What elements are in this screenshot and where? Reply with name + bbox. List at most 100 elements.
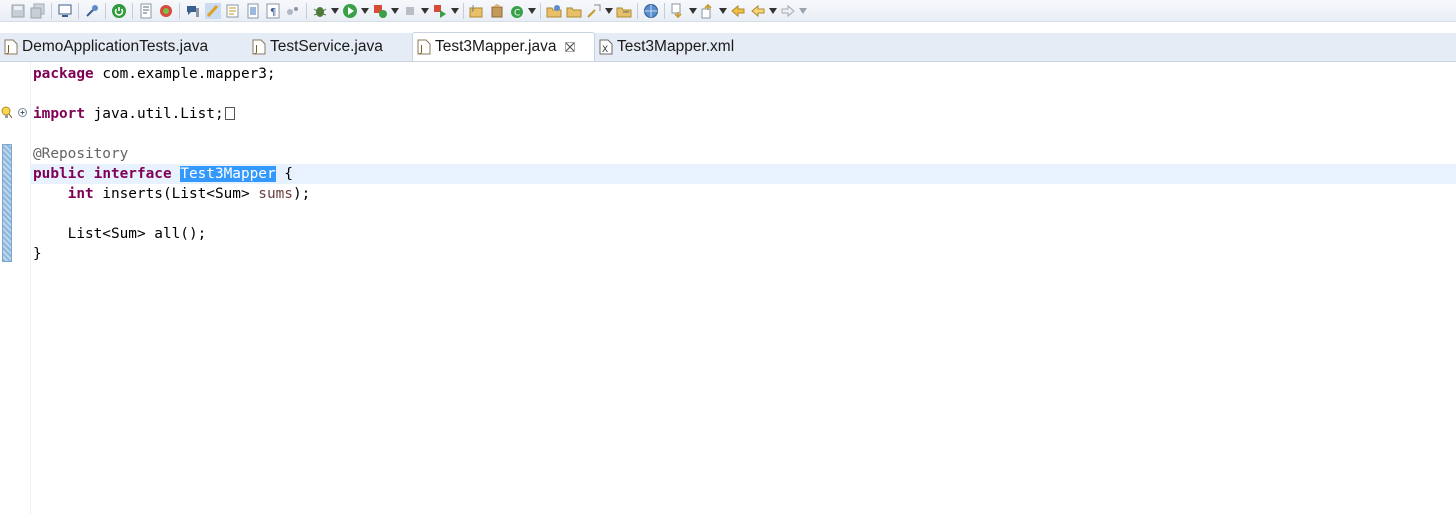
chevron-down-icon[interactable]	[527, 1, 537, 21]
toolbar-separator	[540, 2, 541, 19]
overview-ruler	[0, 62, 14, 514]
code-editor[interactable]: package com.example.mapper3; import java…	[0, 62, 1456, 514]
code-text-run: {	[275, 166, 293, 182]
tab-test3mapper-xml[interactable]: X Test3Mapper.xml	[595, 33, 755, 61]
toggle-mark-icon[interactable]	[223, 1, 243, 21]
code-line: @Repository	[33, 144, 1456, 164]
chevron-down-icon[interactable]	[798, 1, 808, 21]
chevron-down-icon[interactable]	[688, 1, 698, 21]
spring-boot-icon[interactable]	[109, 1, 129, 21]
chevron-down-icon[interactable]	[420, 1, 430, 21]
toolbar-separator	[637, 2, 638, 19]
toolbar-separator	[105, 2, 106, 19]
tab-test3mapper-java[interactable]: J Test3Mapper.java	[412, 32, 595, 61]
java-file-icon: J	[417, 39, 431, 55]
new-class-icon[interactable]: C	[507, 1, 527, 21]
toolbar-separator	[306, 2, 307, 19]
previous-annotation-icon[interactable]	[698, 1, 718, 21]
code-line-current: public interface Test3Mapper {	[30, 164, 1456, 184]
open-perspective-icon[interactable]	[614, 1, 634, 21]
code-text[interactable]: package com.example.mapper3; import java…	[30, 64, 1456, 264]
code-line: import java.util.List;	[33, 104, 1456, 124]
keyword: import	[33, 106, 85, 122]
toolbar-separator	[132, 2, 133, 19]
console-icon[interactable]	[55, 1, 75, 21]
chevron-down-icon[interactable]	[450, 1, 460, 21]
parameter-name: sums	[258, 186, 293, 202]
highlight-icon[interactable]	[203, 1, 223, 21]
chevron-down-icon[interactable]	[718, 1, 728, 21]
java-file-icon: J	[252, 39, 266, 55]
code-text-run: List<Sum> all();	[33, 226, 207, 242]
tab-label: Test3Mapper.xml	[617, 38, 735, 55]
last-edit-icon[interactable]	[728, 1, 748, 21]
open-type-icon[interactable]	[544, 1, 564, 21]
tab-demoapplicationtests-java[interactable]: J DemoApplicationTests.java	[0, 33, 238, 61]
svg-text:J: J	[6, 44, 10, 55]
quick-fix-icon[interactable]	[1, 106, 13, 120]
editor-tab-bar: J DemoApplicationTests.java J TestServic…	[0, 32, 1456, 62]
show-whitespace-icon[interactable]: ¶	[263, 1, 283, 21]
open-task-icon[interactable]	[564, 1, 584, 21]
code-line: }	[33, 244, 1456, 264]
outline-icon[interactable]	[136, 1, 156, 21]
tab-label: DemoApplicationTests.java	[22, 38, 209, 55]
new-java-project-icon[interactable]: J	[467, 1, 487, 21]
debug-stop-icon[interactable]	[156, 1, 176, 21]
keyword: package	[33, 66, 94, 82]
tab-testservice-java[interactable]: J TestService.java	[248, 33, 412, 61]
code-text-run: );	[292, 186, 311, 202]
forward-icon[interactable]	[778, 1, 798, 21]
globe-icon[interactable]	[641, 1, 661, 21]
folded-marker[interactable]	[224, 107, 235, 120]
expand-fold-icon[interactable]	[18, 108, 27, 117]
chevron-down-icon[interactable]	[768, 1, 778, 21]
toolbar-separator	[463, 2, 464, 19]
toolbar-separator	[179, 2, 180, 19]
import-name: java.util.List;	[84, 106, 224, 122]
toolbar-separator	[664, 2, 665, 19]
xml-file-icon: X	[599, 39, 613, 55]
chevron-down-icon[interactable]	[330, 1, 340, 21]
run-icon[interactable]	[340, 1, 360, 21]
quick-access-icon[interactable]	[183, 1, 203, 21]
block-select-icon[interactable]	[243, 1, 263, 21]
coverage-icon[interactable]	[370, 1, 390, 21]
chevron-down-icon[interactable]	[604, 1, 614, 21]
code-text-run: inserts(List<Sum>	[93, 186, 259, 202]
save-icon[interactable]	[8, 1, 28, 21]
svg-text:X: X	[602, 45, 608, 55]
breadcrumb-icon[interactable]	[283, 1, 303, 21]
package-name: com.example.mapper3;	[93, 66, 276, 82]
chevron-down-icon[interactable]	[360, 1, 370, 21]
svg-text:J: J	[471, 4, 474, 12]
annotation: @Repository	[33, 146, 129, 162]
main-toolbar: ¶ J C	[0, 0, 1456, 22]
tab-label: TestService.java	[270, 38, 383, 55]
next-annotation-icon[interactable]	[668, 1, 688, 21]
svg-text:¶: ¶	[270, 7, 276, 18]
search-icon[interactable]	[584, 1, 604, 21]
svg-text:C: C	[514, 8, 520, 18]
keyword: interface	[93, 166, 172, 182]
code-text-run: }	[33, 246, 42, 262]
save-all-icon[interactable]	[28, 1, 48, 21]
toolbar-separator	[78, 2, 79, 19]
selected-identifier: Test3Mapper	[180, 166, 276, 182]
code-line: int inserts(List<Sum> sums);	[33, 184, 1456, 204]
chevron-down-icon[interactable]	[390, 1, 400, 21]
code-line: package com.example.mapper3;	[33, 64, 1456, 84]
terminate-icon[interactable]	[400, 1, 420, 21]
quick-diff-marker	[2, 144, 12, 262]
debug-icon[interactable]	[310, 1, 330, 21]
external-tools-icon[interactable]	[430, 1, 450, 21]
pin-icon[interactable]	[82, 1, 102, 21]
gutter-divider	[30, 62, 31, 514]
close-icon[interactable]	[564, 41, 577, 53]
back-icon[interactable]	[748, 1, 768, 21]
new-package-icon[interactable]	[487, 1, 507, 21]
